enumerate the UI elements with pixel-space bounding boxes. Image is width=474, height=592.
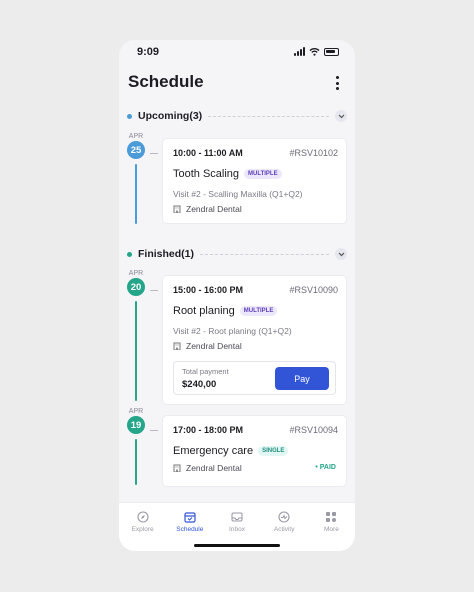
timeline-line xyxy=(135,301,137,401)
tab-label: More xyxy=(324,526,339,533)
inbox-icon xyxy=(231,511,243,523)
service-name: Root planing xyxy=(173,305,235,317)
reservation-code: #RSV10102 xyxy=(289,148,338,158)
multiple-badge: MULTIPLE xyxy=(239,306,278,316)
section-dot xyxy=(127,113,132,119)
clinic-name: Zendral Dental xyxy=(186,204,242,214)
visit-detail: Visit #2 - Scalling Maxilla (Q1+Q2) xyxy=(173,189,303,199)
timeline-line xyxy=(135,164,137,224)
status-icons xyxy=(294,47,339,56)
date-day: 19 xyxy=(127,416,145,434)
card-header: 10:00 - 11:00 AM #RSV10102 xyxy=(173,148,338,158)
date-marker: APR 19 xyxy=(126,408,146,434)
tab-explore[interactable]: Explore xyxy=(119,503,166,551)
date-marker: APR 25 xyxy=(126,133,146,159)
visit-detail: Visit #2 - Root planing (Q1+Q2) xyxy=(173,326,292,336)
paid-status: • PAID xyxy=(315,464,336,471)
pay-button[interactable]: Pay xyxy=(275,367,329,390)
section-dot xyxy=(127,251,132,257)
clinic-row: Zendral Dental xyxy=(173,204,242,214)
tab-more[interactable]: More xyxy=(308,503,355,551)
timeline-connector xyxy=(150,430,158,431)
tab-label: Explore xyxy=(131,526,154,533)
service-name: Tooth Scaling xyxy=(173,168,240,180)
service-name: Emergency care xyxy=(173,445,254,457)
appointment-card[interactable]: 15:00 - 16:00 PM #RSV10090 Root planing … xyxy=(162,275,347,405)
appointment-card[interactable]: 10:00 - 11:00 AM #RSV10102 Tooth Scaling… xyxy=(162,138,347,224)
service-row: Tooth Scaling MULTIPLE xyxy=(173,168,282,180)
date-month: APR xyxy=(128,133,144,140)
time-slot: 10:00 - 11:00 AM xyxy=(173,148,243,158)
building-icon xyxy=(173,464,181,472)
date-day: 20 xyxy=(127,278,145,296)
timeline-connector xyxy=(150,153,158,154)
timeline-connector xyxy=(150,290,158,291)
home-indicator xyxy=(194,544,280,547)
reservation-code: #RSV10090 xyxy=(289,285,338,295)
wifi-icon xyxy=(309,48,320,56)
clinic-row: Zendral Dental xyxy=(173,341,242,351)
time-slot: 17:00 - 18:00 PM xyxy=(173,425,244,435)
date-marker: APR 20 xyxy=(126,270,146,296)
battery-icon xyxy=(324,48,339,56)
date-month: APR xyxy=(128,270,144,277)
payment-box: Total payment $240,00 Pay xyxy=(173,361,336,395)
section-upcoming[interactable]: Upcoming(3) xyxy=(127,108,347,124)
timeline-line xyxy=(135,439,137,485)
service-row: Root planing MULTIPLE xyxy=(173,305,278,317)
section-label: Upcoming(3) xyxy=(138,110,203,122)
grid-icon xyxy=(325,511,337,523)
section-label: Finished(1) xyxy=(138,248,195,260)
multiple-badge: MULTIPLE xyxy=(244,169,282,179)
signal-icon xyxy=(294,47,305,56)
chevron-down-icon[interactable] xyxy=(335,248,347,260)
phone-screen: 9:09 Schedule Upcoming(3) APR 25 10:00 -… xyxy=(119,40,355,551)
activity-icon xyxy=(278,511,290,523)
section-divider xyxy=(200,253,329,255)
section-divider xyxy=(208,115,329,117)
tab-label: Activity xyxy=(273,526,295,533)
section-finished[interactable]: Finished(1) xyxy=(127,246,347,262)
building-icon xyxy=(173,342,181,350)
clinic-name: Zendral Dental xyxy=(186,463,242,473)
payment-label: Total payment xyxy=(182,367,229,376)
building-icon xyxy=(173,205,181,213)
appointment-card[interactable]: 17:00 - 18:00 PM #RSV10094 Emergency car… xyxy=(162,415,347,487)
compass-icon xyxy=(137,511,149,523)
clinic-name: Zendral Dental xyxy=(186,341,242,351)
single-badge: SINGLE xyxy=(258,446,289,456)
clinic-row: Zendral Dental xyxy=(173,463,242,473)
payment-amount: $240,00 xyxy=(182,379,217,390)
time-slot: 15:00 - 16:00 PM xyxy=(173,285,244,295)
tab-label: Schedule xyxy=(176,526,204,533)
calendar-icon xyxy=(184,511,196,523)
chevron-down-icon[interactable] xyxy=(335,110,347,122)
reservation-code: #RSV10094 xyxy=(289,425,338,435)
status-time: 9:09 xyxy=(137,46,160,58)
date-month: APR xyxy=(128,408,144,415)
date-day: 25 xyxy=(127,141,145,159)
page-title: Schedule xyxy=(128,72,204,91)
status-bar: 9:09 xyxy=(119,40,355,64)
tab-label: Inbox xyxy=(229,526,245,533)
more-options-icon[interactable] xyxy=(332,76,342,90)
card-header: 15:00 - 16:00 PM #RSV10090 xyxy=(173,285,338,295)
service-row: Emergency care SINGLE xyxy=(173,445,289,457)
card-header: 17:00 - 18:00 PM #RSV10094 xyxy=(173,425,338,435)
